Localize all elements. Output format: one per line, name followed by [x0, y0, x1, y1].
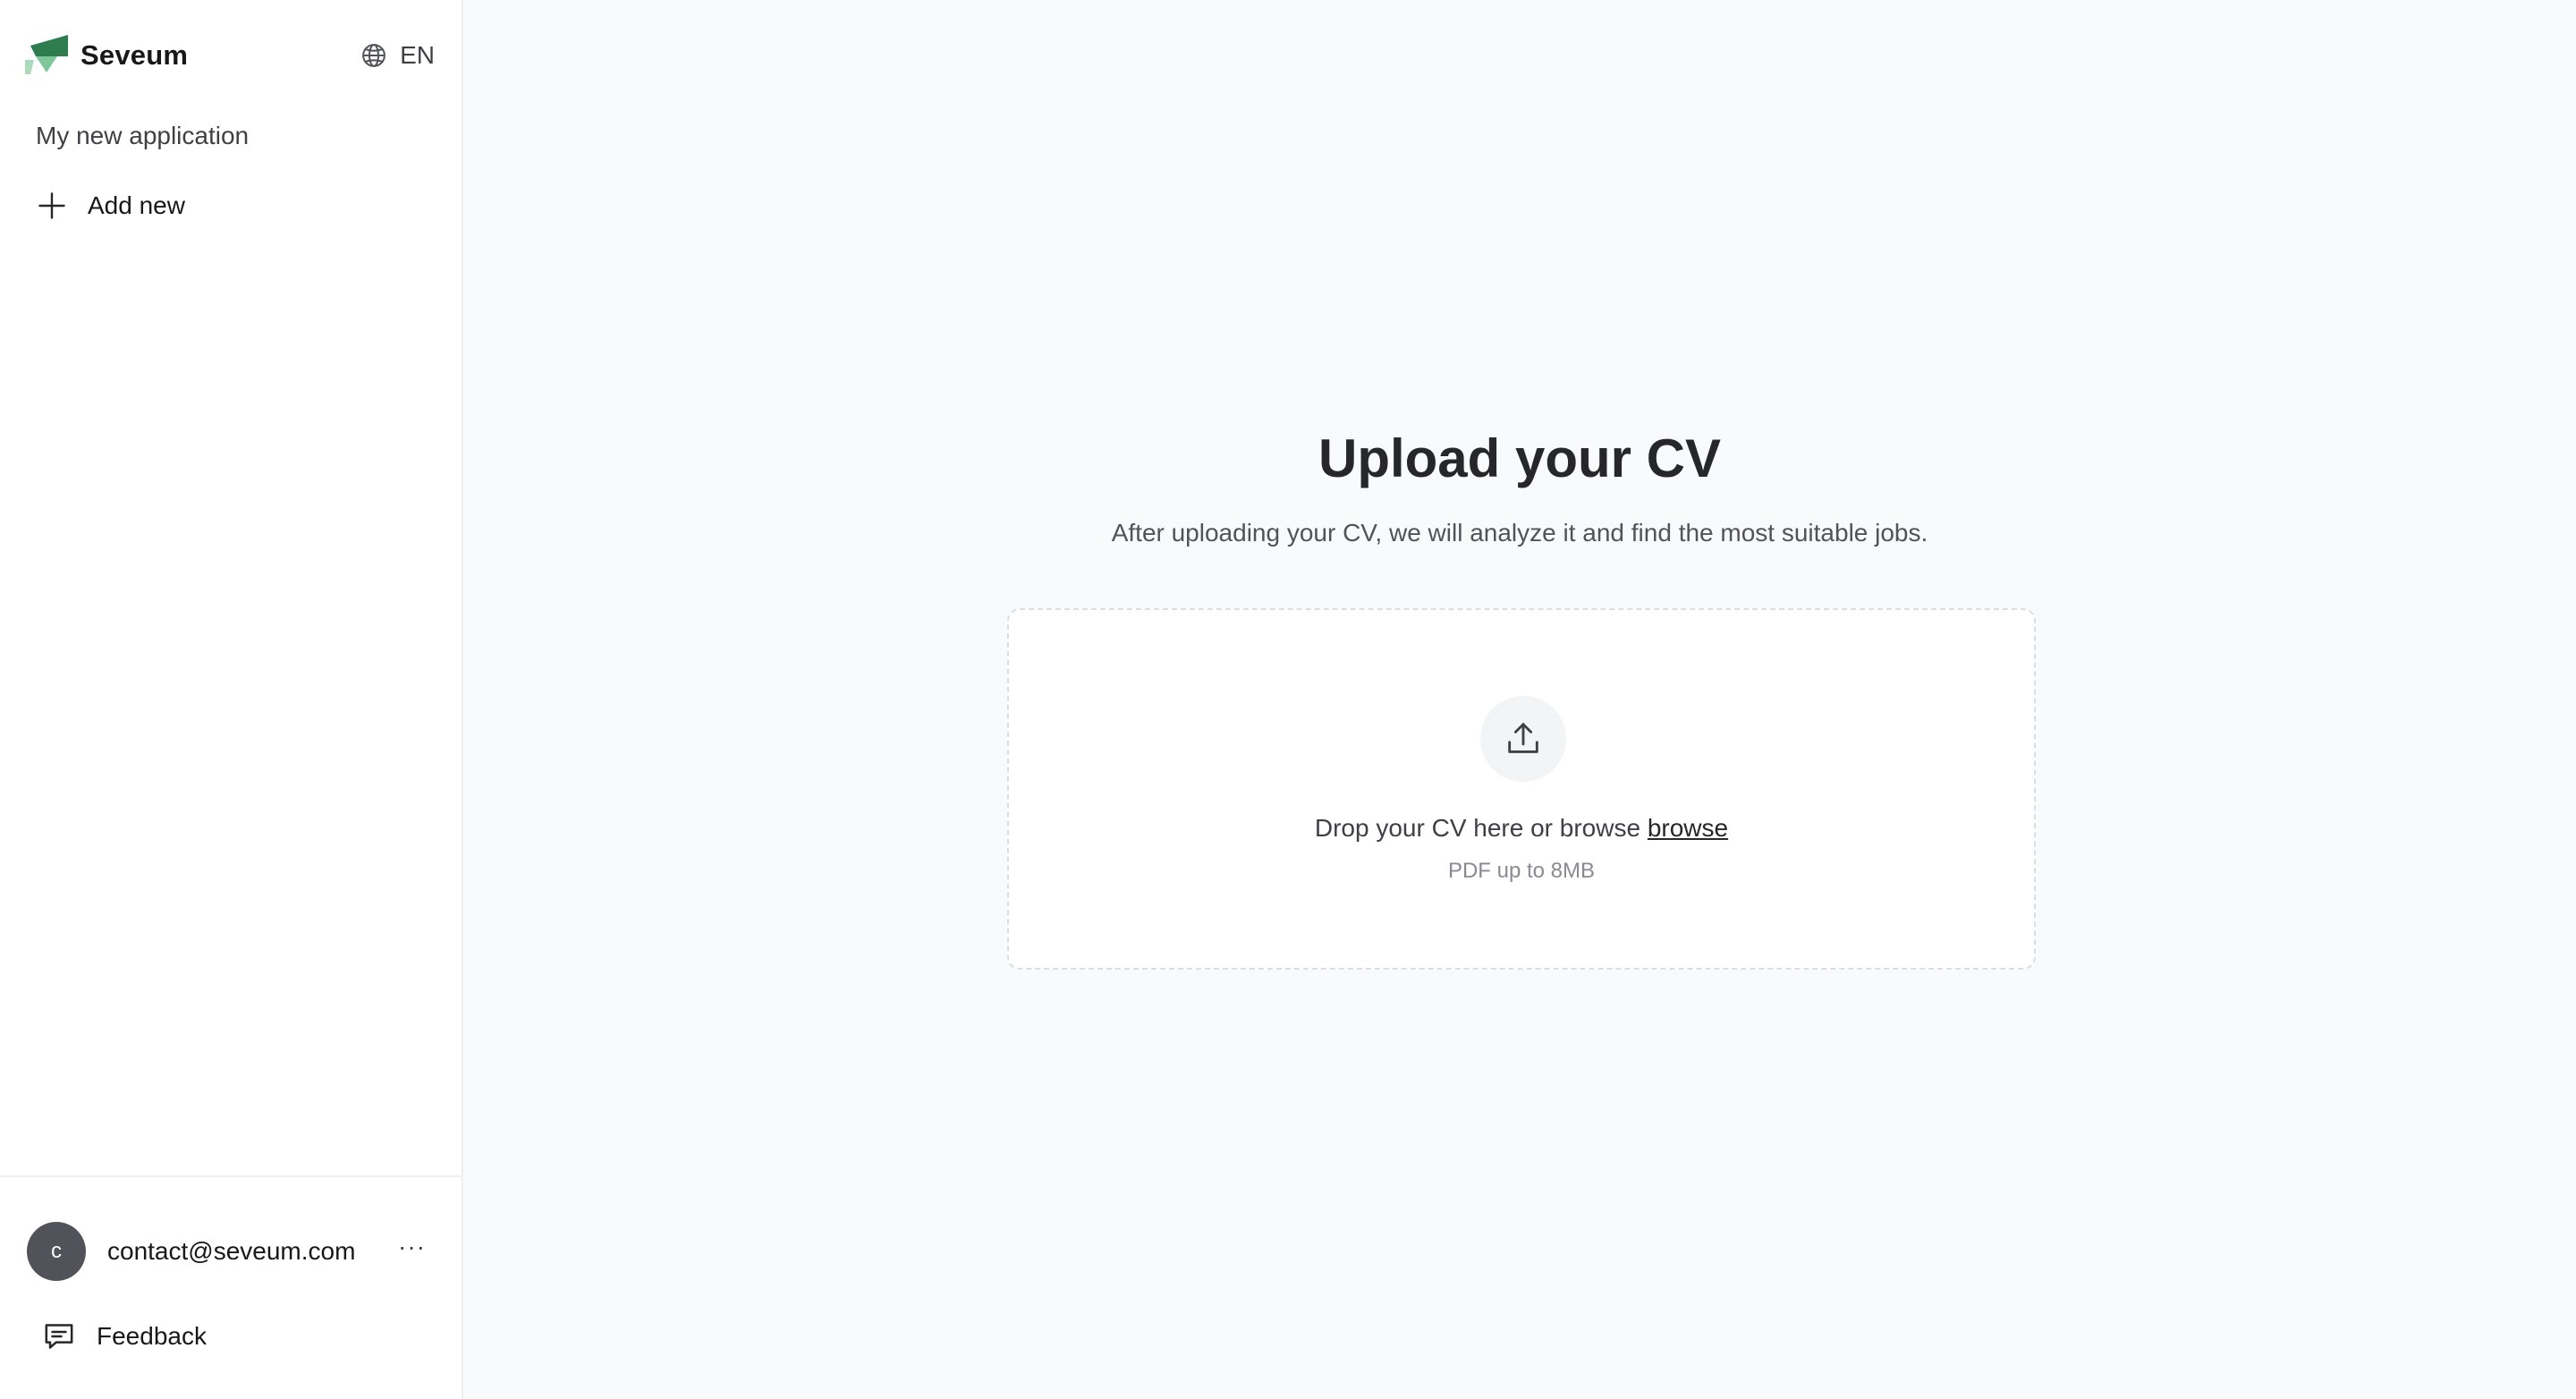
upload-icon: [1508, 723, 1538, 753]
add-new-button[interactable]: Add new: [36, 186, 185, 225]
page-title: Upload your CV: [1318, 428, 1722, 488]
plus-icon: [38, 192, 65, 219]
language-code: EN: [400, 41, 435, 69]
app-root: Seveum EN My new application Add new c c…: [0, 0, 2576, 1399]
avatar[interactable]: c: [27, 1222, 86, 1281]
seveum-logo-icon: [25, 35, 68, 74]
sidebar-footer: c contact@seveum.com ··· Feedback: [0, 1175, 463, 1399]
language-selector[interactable]: EN: [360, 41, 440, 70]
account-row: c contact@seveum.com ···: [27, 1222, 429, 1281]
add-new-label: Add new: [88, 191, 185, 219]
page-subtitle: After uploading your CV, we will analyze…: [1111, 519, 1928, 547]
account-more-button[interactable]: ···: [394, 1233, 429, 1270]
dropzone-prompt: Drop your CV here or browse browse: [1009, 814, 2034, 843]
account-email: contact@seveum.com: [107, 1237, 356, 1265]
dropzone-prompt-text: Drop your CV here or browse: [1314, 814, 1641, 842]
brand-home-link[interactable]: Seveum: [23, 33, 188, 78]
globe-icon: [362, 44, 386, 67]
browse-link[interactable]: browse: [1648, 814, 1728, 842]
upload-icon-container: [1480, 696, 1566, 782]
feedback-button[interactable]: Feedback: [41, 1317, 207, 1356]
main-content: Upload your CV After uploading your CV, …: [463, 0, 2576, 1399]
sidebar: Seveum EN My new application Add new c c…: [0, 0, 463, 1399]
feedback-label: Feedback: [97, 1322, 207, 1350]
message-square-icon: [45, 1324, 73, 1349]
sidebar-item-current-application[interactable]: My new application: [36, 122, 249, 150]
brand-row: Seveum EN: [23, 30, 440, 81]
dropzone-hint: PDF up to 8MB: [1447, 859, 1596, 883]
brand-name: Seveum: [80, 39, 189, 71]
cv-dropzone[interactable]: Drop your CV here or browse browse PDF u…: [1007, 608, 2036, 970]
